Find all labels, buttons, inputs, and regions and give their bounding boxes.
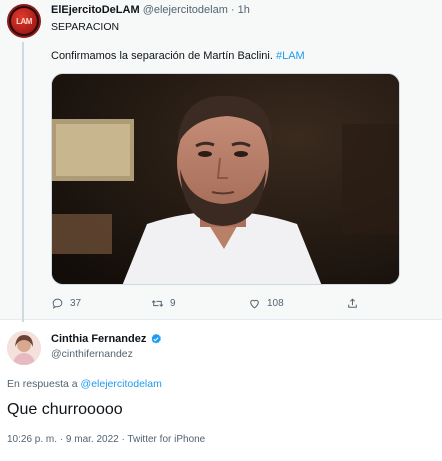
tweet-photo[interactable] (51, 73, 400, 285)
tweet-text: Confirmamos la separación de Martín Bacl… (51, 50, 305, 62)
tweet-header: ElEjercitoDeLAM @elejercitodelam · 1h (51, 4, 250, 16)
author-avatar[interactable]: LAM (7, 4, 41, 38)
reply-text: Que churrooooo (7, 401, 123, 418)
reply-mention-link[interactable]: @elejercitodelam (81, 378, 162, 390)
heart-icon (250, 299, 259, 309)
share-icon (348, 298, 357, 308)
hashtag-link[interactable]: #LAM (276, 50, 305, 62)
lam-logo: LAM (11, 8, 37, 34)
tweet-title-line: SEPARACION (51, 21, 120, 33)
reply-action[interactable]: 37 (51, 297, 81, 310)
retweet-action[interactable]: 9 (151, 297, 176, 310)
header-separator: · (230, 4, 235, 16)
tweet-actions: 37 9 108 (51, 297, 391, 313)
reply-metadata[interactable]: 10:26 p. m. · 9 mar. 2022 · Twitter for … (7, 434, 205, 445)
retweet-count: 9 (170, 298, 176, 309)
woman-avatar-photo (7, 331, 41, 365)
reply-author-handle[interactable]: @cinthifernandez (51, 348, 133, 360)
reply-count: 37 (70, 298, 82, 309)
reply-author-name-row: Cinthia Fernandez (51, 333, 162, 345)
author-handle[interactable]: @elejercitodelam (143, 4, 228, 16)
retweet-icon (151, 300, 164, 307)
reply-context-label: En respuesta a (7, 378, 81, 390)
man-portrait-photo (52, 74, 399, 284)
reply-author-name[interactable]: Cinthia Fernandez (51, 333, 146, 345)
reply-context: En respuesta a @elejercitodelam (7, 378, 162, 390)
like-action[interactable]: 108 (248, 297, 284, 310)
verified-badge-icon (151, 333, 162, 344)
original-tweet[interactable]: LAM ElEjercitoDeLAM @elejercitodelam · 1… (0, 0, 442, 322)
share-action[interactable] (346, 297, 359, 310)
thread-connector (22, 42, 24, 322)
author-name[interactable]: ElEjercitoDeLAM (51, 4, 140, 16)
reply-author-avatar[interactable] (7, 331, 41, 365)
reply-icon (52, 298, 63, 309)
like-count: 108 (267, 298, 284, 309)
tweet-text-body: Confirmamos la separación de Martín Bacl… (51, 50, 276, 62)
tweet-time[interactable]: 1h (238, 4, 250, 16)
